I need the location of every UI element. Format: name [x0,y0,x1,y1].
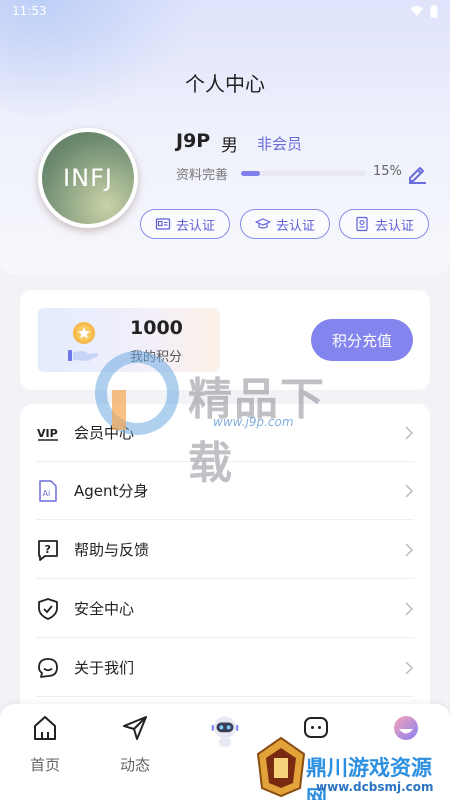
verify-education-label: 去认证 [275,218,315,234]
nav-profile[interactable] [381,714,431,742]
robot-icon [211,716,239,747]
user-gender: 男 [221,136,238,156]
recharge-button[interactable]: 积分充值 [311,319,413,361]
status-icons [410,4,438,18]
verify-work-button[interactable]: 去认证 [339,209,429,239]
avatar-text: INFJ [63,164,113,192]
status-time: 11:53 [12,4,47,18]
verify-education-button[interactable]: 去认证 [240,209,330,239]
svg-text:?: ? [45,543,51,556]
svg-text:Ai: Ai [43,489,51,498]
battery-icon [430,4,438,17]
profile-completion-bar [241,171,366,176]
chevron-right-icon [405,660,414,675]
menu-item-security[interactable]: 安全中心 [36,580,414,638]
menu-item-label: 关于我们 [74,659,135,677]
chevron-right-icon [405,601,414,616]
menu-item-label: 帮助与反馈 [74,541,150,559]
menu-item-vip[interactable]: VIP 会员中心 [36,404,414,462]
chevron-right-icon [405,542,414,557]
help-icon: ? [38,539,58,561]
profile-icon [394,716,418,740]
vip-icon: VIP [37,427,58,441]
nav-feed[interactable]: 动态 [110,714,160,775]
avatar[interactable]: INFJ [38,128,138,228]
nav-home[interactable]: 首页 [20,714,70,775]
edit-icon[interactable] [406,162,428,184]
profile-completion-text: 15% [373,164,402,179]
menu-item-agent[interactable]: Ai Agent分身 [36,462,414,520]
menu-item-help[interactable]: ? 帮助与反馈 [36,521,414,579]
member-status[interactable]: 非会员 [257,133,302,154]
points-label: 我的积分 [130,350,183,365]
send-icon [123,716,147,740]
profile-completion-label: 资料完善 [176,168,229,183]
nav-robot[interactable] [200,714,250,748]
id-card-icon [155,218,171,230]
verify-id-label: 去认证 [175,218,215,234]
shield-icon [38,597,58,620]
svg-text:VIP: VIP [37,427,58,440]
nav-home-label: 首页 [29,756,60,774]
menu-item-label: 安全中心 [74,600,135,618]
menu-item-about[interactable]: 关于我们 [36,639,414,697]
verify-id-button[interactable]: 去认证 [140,209,230,239]
message-icon [304,717,328,738]
chevron-right-icon [405,425,414,440]
profile-completion-fill [241,171,260,176]
user-name: J9P [176,130,211,152]
chat-smile-icon [38,657,58,678]
menu-item-label: 会员中心 [74,424,135,442]
chevron-right-icon [405,483,414,498]
points-card: 1000 我的积分 积分充值 [20,290,430,390]
home-icon [34,716,56,740]
bottom-nav: 首页 动态 [0,704,450,800]
badge-icon [356,216,368,232]
nav-feed-label: 动态 [119,756,150,774]
nav-messages[interactable] [291,714,341,742]
page-title: 个人中心 [185,72,265,96]
points-block[interactable]: 1000 我的积分 [38,308,220,372]
coin-hand-icon [68,322,99,361]
graduation-cap-icon [255,218,271,229]
points-value: 1000 [130,317,183,339]
menu-card: VIP 会员中心 Ai Agent分身 ? 帮助与反馈 安全中心 关于我们 [20,404,430,714]
wifi-icon [410,6,424,16]
status-bar: 11:53 [0,0,450,22]
menu-item-label: Agent分身 [74,482,149,500]
agent-icon: Ai [39,479,57,502]
verify-work-label: 去认证 [374,218,414,234]
